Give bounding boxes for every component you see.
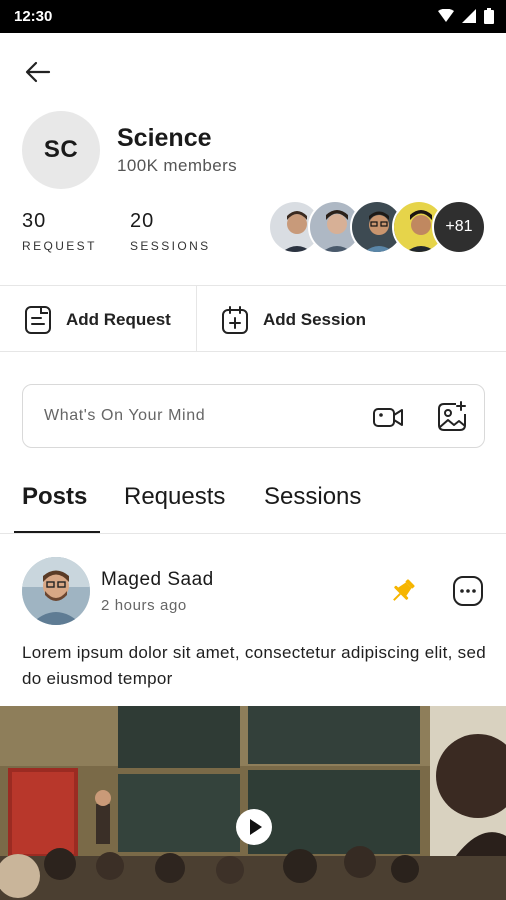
- stat-sessions-label: SESSIONS: [130, 239, 211, 253]
- tab-sessions[interactable]: Sessions: [264, 483, 361, 511]
- tab-posts[interactable]: Posts: [22, 483, 87, 511]
- stat-sessions[interactable]: 20 SESSIONS: [130, 210, 211, 253]
- stat-sessions-value: 20: [130, 210, 155, 232]
- stat-requests[interactable]: 30 REQUEST: [22, 210, 97, 253]
- group-name: Science: [117, 124, 212, 152]
- divider: [0, 285, 506, 286]
- status-time: 12:30: [14, 8, 53, 25]
- composer-placeholder[interactable]: What's On Your Mind: [44, 407, 205, 425]
- members-preview[interactable]: +81: [268, 200, 488, 254]
- battery-icon: [484, 8, 494, 24]
- play-video-icon[interactable]: [236, 809, 272, 845]
- video-camera-icon[interactable]: [372, 401, 404, 433]
- add-request-label: Add Request: [66, 310, 171, 329]
- calendar-add-icon: [222, 306, 248, 334]
- divider: [196, 286, 197, 351]
- post-body-text: Lorem ipsum dolor sit amet, consectetur …: [22, 643, 486, 688]
- more-options-icon[interactable]: [452, 575, 484, 607]
- classroom-image: [0, 706, 506, 900]
- tab-requests[interactable]: Requests: [124, 483, 225, 511]
- post-author-name[interactable]: Maged Saad: [101, 569, 214, 591]
- add-session-label: Add Session: [263, 310, 366, 329]
- add-request-button[interactable]: Add Request: [24, 303, 171, 337]
- signal-icon: [462, 9, 476, 23]
- back-arrow-icon[interactable]: [22, 56, 54, 88]
- wifi-icon: [438, 9, 454, 22]
- post-timestamp: 2 hours ago: [101, 597, 187, 614]
- group-initials: SC: [43, 136, 79, 163]
- post-video-thumbnail[interactable]: [0, 706, 506, 900]
- post-composer[interactable]: What's On Your Mind: [22, 384, 485, 448]
- pin-icon[interactable]: [388, 576, 418, 606]
- members-more-count: +81: [445, 218, 473, 235]
- divider: [0, 351, 506, 352]
- post-author-avatar[interactable]: [22, 557, 90, 625]
- status-bar: 12:30: [0, 0, 506, 33]
- add-photo-icon[interactable]: [436, 401, 468, 433]
- stat-requests-value: 30: [22, 210, 47, 232]
- request-document-icon: [25, 306, 51, 334]
- add-session-button[interactable]: Add Session: [221, 303, 366, 337]
- members-more-badge[interactable]: +81: [432, 200, 486, 254]
- status-icons: [438, 8, 494, 24]
- divider: [0, 533, 506, 534]
- stat-requests-label: REQUEST: [22, 239, 97, 253]
- group-member-count: 100K members: [117, 156, 238, 175]
- group-avatar: SC: [22, 111, 100, 189]
